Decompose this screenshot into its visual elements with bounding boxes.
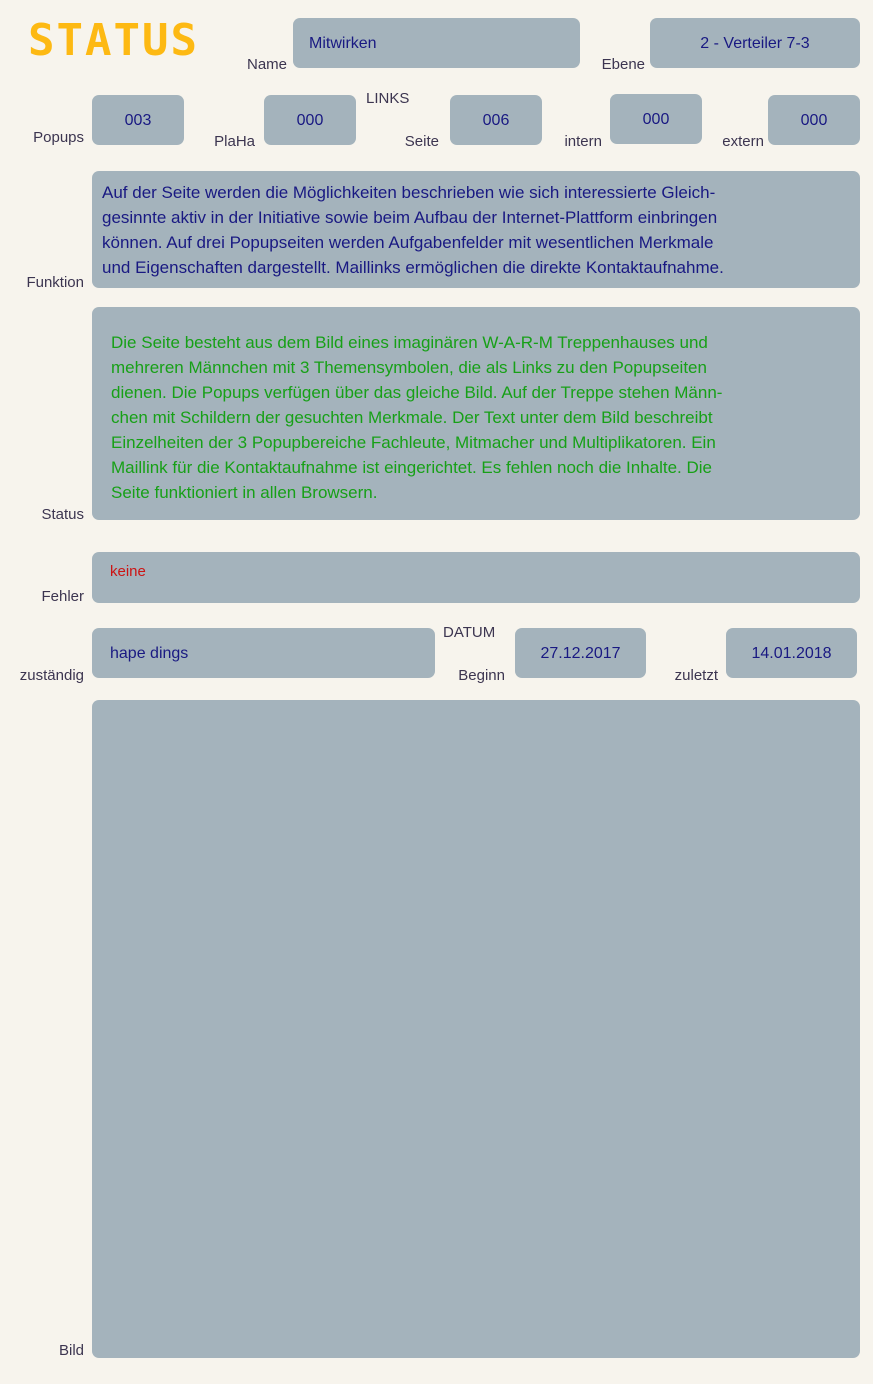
- status-text: Die Seite besteht aus dem Bild eines ima…: [111, 333, 723, 502]
- zustaendig-label: zuständig: [19, 667, 84, 684]
- intern-label: intern: [564, 133, 602, 150]
- page-title: STATUS: [28, 15, 199, 66]
- status-sheet: STATUS Name Mitwirken Ebene 2 - Verteile…: [0, 0, 873, 1384]
- bild-field[interactable]: [92, 700, 860, 1358]
- seite-label: Seite: [404, 133, 439, 150]
- fehler-label: Fehler: [41, 588, 84, 605]
- beginn-label: Beginn: [458, 667, 505, 684]
- bild-label: Bild: [58, 1342, 84, 1359]
- seite-value: 006: [482, 112, 510, 129]
- beginn-value: 27.12.2017: [540, 645, 621, 662]
- links-group-label: LINKS: [366, 90, 410, 107]
- zuletzt-value: 14.01.2018: [751, 645, 832, 662]
- intern-value: 000: [642, 111, 670, 128]
- plaha-label: PlaHa: [214, 133, 255, 150]
- extern-label: extern: [722, 133, 764, 150]
- ebene-label: Ebene: [601, 56, 645, 73]
- zuletzt-label: zuletzt: [674, 667, 718, 684]
- funktion-text: Auf der Seite werden die Möglichkeiten b…: [102, 183, 724, 277]
- datum-group-label: DATUM: [443, 624, 496, 641]
- zustaendig-value: hape dings: [110, 645, 189, 662]
- plaha-value: 000: [296, 112, 324, 129]
- name-value: Mitwirken: [309, 35, 377, 52]
- popups-label: Popups: [33, 129, 84, 146]
- ebene-value: 2 - Verteiler 7-3: [700, 35, 810, 52]
- name-label: Name: [246, 56, 287, 73]
- extern-value: 000: [800, 112, 828, 129]
- funktion-label: Funktion: [26, 274, 84, 291]
- status-label: Status: [41, 506, 84, 523]
- fehler-text: keine: [110, 563, 146, 580]
- popups-value: 003: [124, 112, 152, 129]
